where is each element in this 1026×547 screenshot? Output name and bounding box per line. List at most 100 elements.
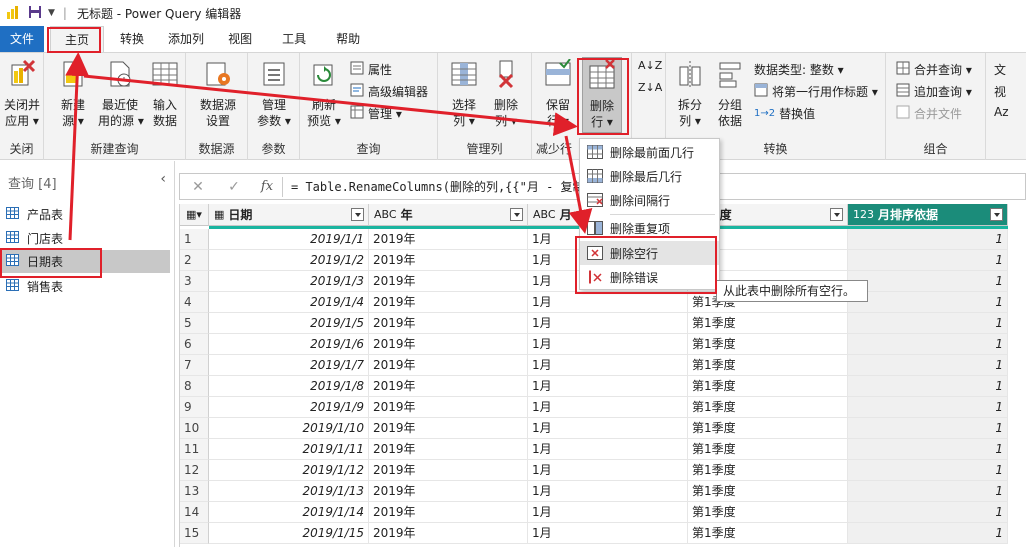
- recent-sources-button[interactable]: 最近使 用的源 ▾: [98, 59, 144, 129]
- menu-item-remove-blank-rows[interactable]: 删除空行: [580, 241, 719, 265]
- cell-date[interactable]: 2019/1/15: [209, 523, 369, 544]
- quick-access-dropdown-icon[interactable]: ▼: [48, 8, 55, 18]
- cell-month-sort[interactable]: 1: [848, 502, 1008, 523]
- number-type-icon[interactable]: 123: [853, 208, 874, 221]
- cell-date[interactable]: 2019/1/10: [209, 418, 369, 439]
- cell-month[interactable]: 1月: [528, 481, 688, 502]
- text-type-icon[interactable]: ABC: [374, 208, 397, 221]
- cell-quarter[interactable]: 第1季度: [688, 439, 848, 460]
- row-number[interactable]: 14: [180, 502, 209, 523]
- row-number[interactable]: 1: [180, 229, 209, 250]
- cell-month[interactable]: 1月: [528, 460, 688, 481]
- cell-month[interactable]: 1月: [528, 502, 688, 523]
- menu-item-remove-duplicates[interactable]: 删除重复项: [580, 216, 719, 240]
- cell-date[interactable]: 2019/1/6: [209, 334, 369, 355]
- new-source-button[interactable]: 新建 源 ▾: [58, 59, 88, 129]
- cell-quarter[interactable]: 第1季度: [688, 397, 848, 418]
- cell-year[interactable]: 2019年: [369, 418, 528, 439]
- menu-item-remove-errors[interactable]: 删除错误: [580, 265, 719, 289]
- grid-corner-menu[interactable]: ▦▾: [180, 204, 209, 226]
- combine-files-button[interactable]: 合并文件: [896, 105, 962, 122]
- advanced-editor-button[interactable]: 高级编辑器: [350, 83, 428, 100]
- tab-help[interactable]: 帮助: [324, 26, 372, 52]
- cell-date[interactable]: 2019/1/4: [209, 292, 369, 313]
- cell-month-sort[interactable]: 1: [848, 376, 1008, 397]
- cell-month-sort[interactable]: 1: [848, 460, 1008, 481]
- cell-year[interactable]: 2019年: [369, 334, 528, 355]
- column-header-month-sort[interactable]: 123 月排序依据: [848, 204, 1008, 226]
- split-column-button[interactable]: 拆分 列 ▾: [672, 59, 708, 129]
- cell-year[interactable]: 2019年: [369, 502, 528, 523]
- query-item-store[interactable]: 门店表: [0, 227, 170, 250]
- keep-rows-button[interactable]: 保留 行 ▾: [540, 58, 576, 129]
- cell-month-sort[interactable]: 1: [848, 418, 1008, 439]
- cell-month-sort[interactable]: 1: [848, 355, 1008, 376]
- cell-year[interactable]: 2019年: [369, 292, 528, 313]
- cell-month-sort[interactable]: 1: [848, 481, 1008, 502]
- cell-month-sort[interactable]: 1: [848, 523, 1008, 544]
- cell-month-sort[interactable]: 1: [848, 229, 1008, 250]
- merge-queries-button[interactable]: 合并查询 ▾: [896, 61, 972, 78]
- filter-dropdown-icon[interactable]: [510, 208, 523, 221]
- cell-month[interactable]: 1月: [528, 523, 688, 544]
- menu-item-remove-bottom-rows[interactable]: 删除最后几行: [580, 164, 719, 188]
- cell-date[interactable]: 2019/1/3: [209, 271, 369, 292]
- cell-year[interactable]: 2019年: [369, 271, 528, 292]
- menu-item-remove-alternate-rows[interactable]: 删除间隔行: [580, 188, 719, 212]
- filter-dropdown-icon[interactable]: [990, 208, 1003, 221]
- cell-month-sort[interactable]: 1: [848, 292, 1008, 313]
- remove-rows-button[interactable]: 删除 行 ▾: [582, 57, 622, 133]
- column-header-month[interactable]: ABC 月: [528, 204, 580, 226]
- cell-quarter[interactable]: 第1季度: [688, 502, 848, 523]
- group-by-button[interactable]: 分组 依据: [712, 59, 748, 129]
- cell-month[interactable]: 1月: [528, 334, 688, 355]
- data-type-dropdown[interactable]: 数据类型: 整数 ▾: [754, 61, 844, 78]
- cell-date[interactable]: 2019/1/12: [209, 460, 369, 481]
- cell-month-sort[interactable]: 1: [848, 271, 1008, 292]
- row-number[interactable]: 15: [180, 523, 209, 544]
- fx-icon[interactable]: fx: [252, 179, 282, 194]
- cell-month-sort[interactable]: 1: [848, 397, 1008, 418]
- tab-add-column[interactable]: 添加列: [156, 26, 216, 52]
- row-number[interactable]: 3: [180, 271, 209, 292]
- cell-month-sort[interactable]: 1: [848, 313, 1008, 334]
- cell-quarter[interactable]: 第1季度: [688, 355, 848, 376]
- cell-year[interactable]: 2019年: [369, 397, 528, 418]
- append-queries-button[interactable]: 追加查询 ▾: [896, 83, 972, 100]
- column-header-year[interactable]: ABC 年: [369, 204, 528, 226]
- vision-button[interactable]: 视: [994, 83, 1006, 100]
- cell-year[interactable]: 2019年: [369, 460, 528, 481]
- cell-month[interactable]: 1月: [528, 439, 688, 460]
- sort-descending-button[interactable]: Z↓A: [638, 81, 662, 94]
- cell-year[interactable]: 2019年: [369, 439, 528, 460]
- cell-date[interactable]: 2019/1/2: [209, 250, 369, 271]
- cell-quarter[interactable]: 第1季度: [688, 481, 848, 502]
- cell-year[interactable]: 2019年: [369, 376, 528, 397]
- collapse-pane-icon[interactable]: ‹: [160, 171, 166, 187]
- manage-button[interactable]: 管理 ▾: [350, 105, 402, 122]
- cell-quarter[interactable]: 第1季度: [688, 376, 848, 397]
- row-number[interactable]: 13: [180, 481, 209, 502]
- row-number[interactable]: 2: [180, 250, 209, 271]
- row-number[interactable]: 10: [180, 418, 209, 439]
- properties-button[interactable]: 属性: [350, 61, 392, 78]
- cell-month[interactable]: 1月: [528, 313, 688, 334]
- cell-quarter[interactable]: 第1季度: [688, 313, 848, 334]
- cell-date[interactable]: 2019/1/8: [209, 376, 369, 397]
- save-icon[interactable]: [28, 5, 42, 22]
- cell-date[interactable]: 2019/1/7: [209, 355, 369, 376]
- cell-quarter[interactable]: 第1季度: [688, 418, 848, 439]
- cell-year[interactable]: 2019年: [369, 523, 528, 544]
- cell-date[interactable]: 2019/1/1: [209, 229, 369, 250]
- cell-date[interactable]: 2019/1/9: [209, 397, 369, 418]
- commit-formula-icon[interactable]: ✓: [216, 179, 252, 195]
- cell-quarter[interactable]: 第1季度: [688, 334, 848, 355]
- filter-dropdown-icon[interactable]: [351, 208, 364, 221]
- text-type-icon[interactable]: ABC: [533, 208, 556, 221]
- cell-date[interactable]: 2019/1/5: [209, 313, 369, 334]
- close-apply-button[interactable]: 关闭并 应用 ▾: [2, 59, 42, 129]
- cell-year[interactable]: 2019年: [369, 355, 528, 376]
- cell-month[interactable]: 1月: [528, 418, 688, 439]
- query-item-product[interactable]: 产品表: [0, 203, 170, 226]
- menu-item-remove-top-rows[interactable]: 删除最前面几行: [580, 140, 719, 164]
